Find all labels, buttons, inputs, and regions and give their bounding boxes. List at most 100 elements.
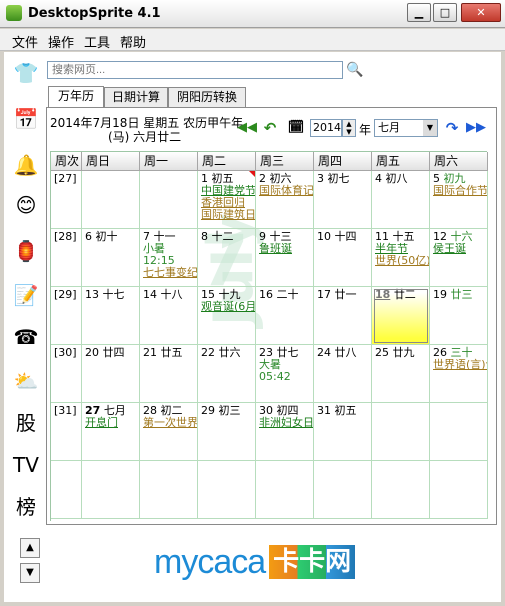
next-year-icon[interactable]: ▶▶ xyxy=(466,119,486,137)
header-7: 周六 xyxy=(430,152,488,171)
day-cell[interactable] xyxy=(198,461,256,519)
day-cell[interactable]: 16 二十 xyxy=(256,287,314,345)
day-cell[interactable]: 5 初九 国际合作节 xyxy=(430,171,488,229)
day-cell[interactable]: 1 初五 中国建党节 香港回归 国际建筑日 xyxy=(198,171,256,229)
menu-operation[interactable]: 操作 xyxy=(48,32,74,51)
tv-icon[interactable]: TV xyxy=(12,450,40,480)
day-cell[interactable]: 31 初五 xyxy=(314,403,372,461)
menu-help[interactable]: 帮助 xyxy=(120,32,146,51)
day-cell[interactable] xyxy=(256,461,314,519)
day-cell[interactable]: 21 廿五 xyxy=(140,345,198,403)
day-cell[interactable]: 24 廿八 xyxy=(314,345,372,403)
day-cell[interactable]: 11 十五半年节世界(50亿)人口日 xyxy=(372,229,430,287)
prev-year-icon[interactable]: ◀◀ xyxy=(237,119,257,137)
day-cell[interactable]: 10 十四 xyxy=(314,229,372,287)
stock-icon[interactable]: 股 xyxy=(12,408,40,438)
festival-link[interactable]: 世界语(言)创立日 xyxy=(433,359,487,371)
day-cell[interactable]: 2 初六国际体育记者日 xyxy=(256,171,314,229)
day-cell[interactable] xyxy=(430,403,488,461)
year-input[interactable]: 2014 xyxy=(310,119,342,137)
day-cell[interactable] xyxy=(430,461,488,519)
sidebar-scroll-up-button[interactable]: ▲ xyxy=(20,538,40,558)
day-cell[interactable]: 13 十七 xyxy=(82,287,140,345)
festival-link[interactable]: 国际合作节 xyxy=(433,185,487,197)
lunar-day: 二十 xyxy=(276,288,299,301)
festival-link[interactable]: 国际体育记者日 xyxy=(259,185,313,197)
day-date-line: 10 十四 xyxy=(317,231,368,243)
tab-calendar[interactable]: 万年历 xyxy=(48,86,104,108)
festival-link[interactable]: 开息门 xyxy=(85,417,136,429)
day-cell[interactable]: 25 廿九 xyxy=(372,345,430,403)
day-cell[interactable]: 14 十八 xyxy=(140,287,198,345)
menu-file[interactable]: 文件 xyxy=(12,32,38,51)
festival-link[interactable]: 七七事变纪念日 xyxy=(143,267,197,279)
menu-tools[interactable]: 工具 xyxy=(84,32,110,51)
phone-icon[interactable]: ☎ xyxy=(12,322,40,352)
day-cell[interactable]: 6 初十 xyxy=(82,229,140,287)
day-cell[interactable] xyxy=(372,461,430,519)
festival-link[interactable]: 非洲妇女日 xyxy=(259,417,313,429)
day-cell[interactable]: 8 十二 xyxy=(198,229,256,287)
ad-banner[interactable]: mycaca 卡卡网 xyxy=(142,530,374,594)
festival-link[interactable]: 侯王诞 xyxy=(433,243,484,255)
day-cell[interactable]: 17 廿一 xyxy=(314,287,372,345)
day-cell[interactable] xyxy=(372,403,430,461)
day-date-line: 21 廿五 xyxy=(143,347,194,359)
lantern-icon[interactable]: 🏮 xyxy=(12,236,40,266)
mascot-icon[interactable]: 😊 xyxy=(12,190,40,220)
festival-link[interactable]: 世界(50亿)人口日 xyxy=(375,255,429,267)
search-input[interactable] xyxy=(47,61,343,79)
header-3: 周二 xyxy=(198,152,256,171)
festival-link[interactable]: 国际建筑日 xyxy=(201,209,255,221)
day-cell[interactable] xyxy=(314,461,372,519)
day-cell[interactable]: 28 初二第一次世界大战爆发 xyxy=(140,403,198,461)
day-cell[interactable] xyxy=(140,461,198,519)
day-cell[interactable] xyxy=(140,171,198,229)
day-cell[interactable]: 9 十三 鲁班诞 xyxy=(256,229,314,287)
maximize-button[interactable]: □ xyxy=(433,3,457,22)
bell-icon[interactable]: 🔔 xyxy=(12,150,40,180)
prev-month-icon[interactable]: ↶ xyxy=(261,119,279,137)
day-cell[interactable]: 27 七月 开息门 xyxy=(82,403,140,461)
day-cell[interactable]: 18 廿二 xyxy=(372,287,430,345)
calendar-icon[interactable]: 📅 xyxy=(12,104,40,134)
shirt-icon[interactable]: 👕 xyxy=(12,58,40,88)
day-cell[interactable]: 23 廿七 大暑 05:42 xyxy=(256,345,314,403)
day-number: 14 xyxy=(143,288,157,301)
lunar-day: 初八 xyxy=(385,172,408,185)
day-cell[interactable]: 15 十九 观音诞(6月) xyxy=(198,287,256,345)
day-cell[interactable]: 20 廿四 xyxy=(82,345,140,403)
day-number: 22 xyxy=(201,346,215,359)
day-cell[interactable]: 12 十六 侯王诞 xyxy=(430,229,488,287)
notepad-icon[interactable]: 📝 xyxy=(12,280,40,310)
festival-link[interactable]: 鲁班诞 xyxy=(259,243,310,255)
day-cell[interactable]: 22 廿六 xyxy=(198,345,256,403)
festival-link[interactable]: 观音诞(6月) xyxy=(201,301,255,313)
month-select-value: 七月 xyxy=(378,121,400,134)
day-cell[interactable]: 29 初三 xyxy=(198,403,256,461)
day-cell[interactable]: 19 廿三 xyxy=(430,287,488,345)
day-cell[interactable] xyxy=(82,171,140,229)
day-cell[interactable]: 26 三十世界语(言)创立日 xyxy=(430,345,488,403)
day-cell[interactable]: 7 十一小暑12:15七七事变纪念日 xyxy=(140,229,198,287)
festival-link[interactable]: 第一次世界大战爆发 xyxy=(143,417,197,429)
month-select[interactable]: 七月 ▼ xyxy=(374,119,438,137)
weather-icon[interactable]: ⛅ xyxy=(12,366,40,396)
day-date-line: 13 十七 xyxy=(85,289,136,301)
close-button[interactable]: ✕ xyxy=(461,3,501,22)
tab-lunar-conversion[interactable]: 阴阳历转换 xyxy=(168,87,246,107)
week-number: [27] xyxy=(51,171,82,229)
day-cell[interactable]: 3 初七 xyxy=(314,171,372,229)
day-cell[interactable]: 30 初四 非洲妇女日 xyxy=(256,403,314,461)
day-cell[interactable]: 4 初八 xyxy=(372,171,430,229)
today-icon[interactable]: 🗓 xyxy=(287,119,305,137)
sidebar-scroll-down-button[interactable]: ▼ xyxy=(20,563,40,583)
tab-date-calculation[interactable]: 日期计算 xyxy=(104,87,168,107)
day-cell[interactable] xyxy=(82,461,140,519)
chevron-down-icon[interactable]: ▼ xyxy=(423,120,437,136)
next-month-icon[interactable]: ↷ xyxy=(443,119,461,137)
ranking-icon[interactable]: 榜 xyxy=(12,492,40,522)
minimize-button[interactable]: ▁ xyxy=(407,3,431,22)
search-icon[interactable]: 🔍 xyxy=(346,61,364,79)
year-spinner[interactable]: ▲ ▼ xyxy=(342,119,356,137)
